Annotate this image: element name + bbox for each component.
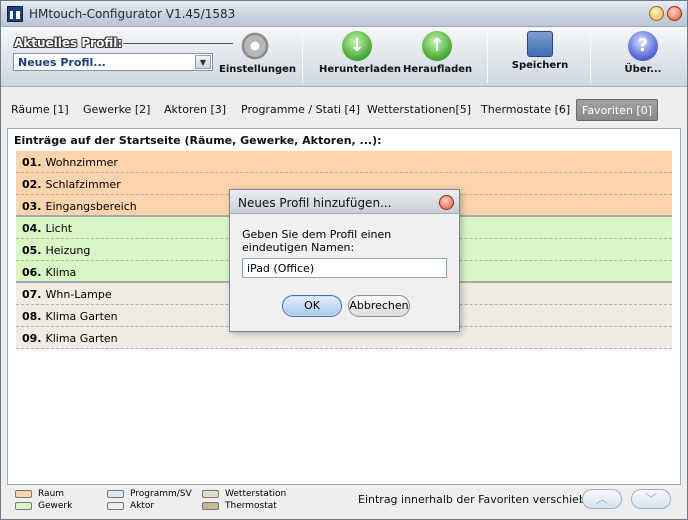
list-item-number: 04. xyxy=(22,222,42,235)
dialog-title-bar: Neues Profil hinzufügen... xyxy=(230,190,459,214)
tab-programme-stati[interactable]: Programme / Stati [4] xyxy=(236,99,365,121)
list-item-number: 06. xyxy=(22,266,42,279)
list-item-number: 07. xyxy=(22,288,42,301)
settings-button[interactable]: Einstellungen xyxy=(219,31,297,83)
gear-icon xyxy=(240,31,270,61)
toolbar-separator xyxy=(590,31,591,83)
legend-label: Thermostat xyxy=(225,501,277,511)
color-legend: Raum Gewerk Programm/SV Aktor Wetterstat… xyxy=(1,487,687,517)
tab-gewerke[interactable]: Gewerke [2] xyxy=(78,99,155,121)
tab-favoriten[interactable]: Favoriten [0] xyxy=(576,99,659,121)
tab-thermostate[interactable]: Thermostate [6] xyxy=(476,99,575,121)
new-profile-dialog: Neues Profil hinzufügen... Geben Sie dem… xyxy=(229,189,460,332)
chevron-down-icon: ﹀ xyxy=(644,492,657,506)
legend-swatch xyxy=(107,489,124,498)
move-up-button[interactable]: ︿ xyxy=(582,489,622,509)
main-window: HMtouch-Configurator V1.45/1583 Aktuelle… xyxy=(0,0,688,520)
legend-swatch xyxy=(15,489,32,498)
list-item-number: 02. xyxy=(22,178,42,191)
toolbar: Aktuelles Profil: Neues Profil... ▼ Eins… xyxy=(1,27,687,87)
upload-label: Heraufladen xyxy=(403,64,473,75)
list-item-label: Eingangsbereich xyxy=(45,200,137,213)
legend-item-gewerk: Gewerk xyxy=(15,501,72,513)
download-button[interactable]: ↓ Herunterladen xyxy=(319,31,402,83)
list-item-number: 05. xyxy=(22,244,42,257)
ok-button[interactable]: OK xyxy=(282,295,342,317)
legend-item-aktor: Aktor xyxy=(107,501,154,513)
save-button[interactable]: Speichern xyxy=(509,31,571,83)
profile-select-value: Neues Profil... xyxy=(18,56,106,69)
dialog-title: Neues Profil hinzufügen... xyxy=(238,196,392,210)
legend-swatch xyxy=(15,501,32,510)
list-item-label: Licht xyxy=(45,222,73,235)
panel-title: Einträge auf der Startseite (Räume, Gewe… xyxy=(14,134,382,147)
legend-label: Gewerk xyxy=(38,501,73,511)
upload-arrow-icon: ↑ xyxy=(422,31,452,61)
list-item-label: Schlafzimmer xyxy=(45,178,121,191)
list-item-number: 08. xyxy=(22,310,42,323)
move-down-button[interactable]: ﹀ xyxy=(631,489,671,509)
legend-label: Aktor xyxy=(130,501,155,511)
legend-item-raum: Raum xyxy=(15,489,64,501)
cancel-button[interactable]: Abbrechen xyxy=(348,295,410,317)
profile-label: Aktuelles Profil: xyxy=(14,36,123,50)
settings-label: Einstellungen xyxy=(219,64,297,75)
list-item-label: Wohnzimmer xyxy=(45,156,118,169)
window-title: HMtouch-Configurator V1.45/1583 xyxy=(29,7,236,21)
legend-item-thermostat: Thermostat xyxy=(202,501,277,513)
close-window-button[interactable] xyxy=(667,6,682,21)
upload-button[interactable]: ↑ Heraufladen xyxy=(403,31,473,83)
list-item-label: Whn-Lampe xyxy=(45,288,112,301)
tab-aktoren[interactable]: Aktoren [3] xyxy=(159,99,231,121)
about-label: Über... xyxy=(624,64,662,75)
list-item[interactable]: 01. Wohnzimmer xyxy=(16,151,672,173)
profile-select[interactable]: Neues Profil... ▼ xyxy=(13,53,213,71)
legend-swatch xyxy=(202,489,219,498)
toolbar-separator xyxy=(487,31,488,83)
list-item-number: 09. xyxy=(22,332,42,345)
legend-label: Programm/SV xyxy=(130,489,192,499)
list-item-number: 01. xyxy=(22,156,42,169)
tab-bar: Räume [1] Gewerke [2] Aktoren [3] Progra… xyxy=(1,97,687,123)
help-icon: ? xyxy=(628,31,658,61)
app-logo-icon xyxy=(7,6,23,22)
list-item-label: Heizung xyxy=(45,244,91,257)
floppy-disk-icon xyxy=(527,31,553,57)
title-bar: HMtouch-Configurator V1.45/1583 xyxy=(1,1,687,27)
legend-item-wetterstation: Wetterstation xyxy=(202,489,286,501)
tab-raeume[interactable]: Räume [1] xyxy=(6,99,74,121)
move-entry-label: Eintrag innerhalb der Favoriten verschie… xyxy=(358,493,604,506)
tab-wetterstationen[interactable]: Wetterstationen[5] xyxy=(362,99,476,121)
dialog-close-button[interactable] xyxy=(439,195,454,210)
list-item-number: 03. xyxy=(22,200,42,213)
legend-label: Raum xyxy=(38,489,65,499)
download-arrow-icon: ↓ xyxy=(342,31,372,61)
about-button[interactable]: ? Über... xyxy=(617,31,669,83)
profile-name-input[interactable] xyxy=(242,258,447,278)
list-item-label: Klima Garten xyxy=(45,310,118,323)
legend-item-programm: Programm/SV xyxy=(107,489,192,501)
dialog-message: Geben Sie dem Profil einen eindeutigen N… xyxy=(242,228,392,254)
chevron-down-icon[interactable]: ▼ xyxy=(195,55,211,69)
list-item-label: Klima Garten xyxy=(45,332,118,345)
minimize-button[interactable] xyxy=(649,6,664,21)
profile-divider xyxy=(123,43,233,44)
list-item-label: Klima xyxy=(45,266,77,279)
save-label: Speichern xyxy=(511,60,569,71)
legend-label: Wetterstation xyxy=(225,489,287,499)
chevron-up-icon: ︿ xyxy=(595,492,608,506)
download-label: Herunterladen xyxy=(319,64,402,75)
legend-swatch xyxy=(107,501,124,510)
toolbar-separator xyxy=(302,31,303,83)
legend-swatch xyxy=(202,501,219,510)
